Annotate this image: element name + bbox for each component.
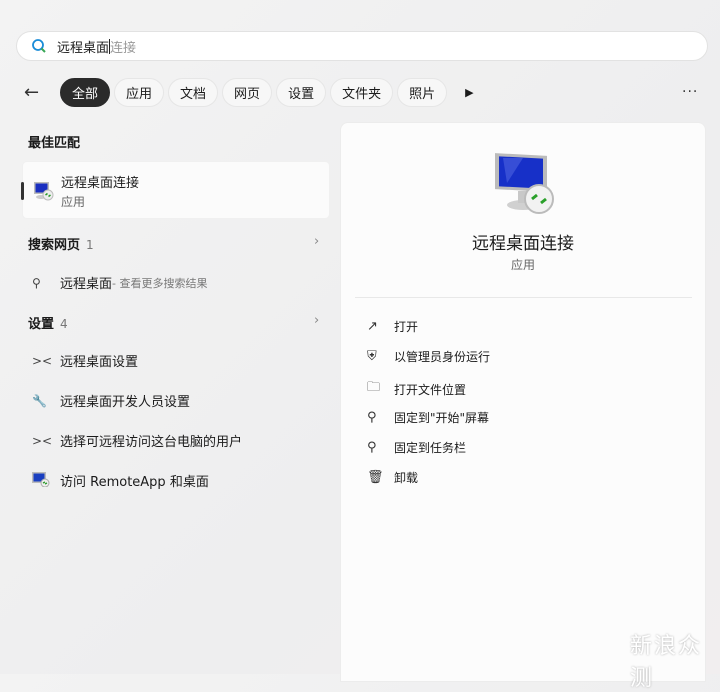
- action-pin-to-taskbar[interactable]: ⚲ 固定到任务栏: [367, 439, 466, 456]
- filter-folders[interactable]: 文件夹: [330, 78, 394, 107]
- developer-tools-icon: 🔧: [32, 393, 47, 408]
- settings-count: 4: [60, 317, 68, 331]
- remote-desktop-large-icon: [495, 153, 554, 214]
- trash-icon: 🗑: [367, 470, 384, 485]
- settings-section-header[interactable]: 设置 4: [28, 313, 68, 332]
- settings-header-label: 设置: [28, 317, 55, 332]
- search-suggestion: 连接: [110, 40, 137, 56]
- selection-indicator: [21, 182, 24, 200]
- action-label: 以管理员身份运行: [394, 350, 491, 364]
- action-open-file-location[interactable]: 🗀 打开文件位置: [367, 378, 466, 400]
- search-box[interactable]: 远程桌面 连接: [16, 31, 708, 61]
- watermark: 新浪众测: [630, 634, 703, 691]
- filter-settings[interactable]: 设置: [276, 78, 327, 107]
- action-label: 打开: [394, 320, 419, 334]
- settings-item-label: 访问 RemoteApp 和桌面: [60, 475, 209, 490]
- action-label: 卸载: [394, 471, 419, 485]
- web-search-item[interactable]: ⚲ 远程桌面 - 查看更多搜索结果: [32, 273, 208, 293]
- divider: [355, 297, 692, 298]
- action-open[interactable]: ↗ 打开: [367, 318, 418, 335]
- pin-icon: ⚲: [367, 440, 377, 455]
- settings-item[interactable]: >< 远程桌面设置: [32, 351, 139, 371]
- action-pin-to-start[interactable]: ⚲ 固定到"开始"屏幕: [367, 409, 489, 426]
- action-label: 固定到"开始"屏幕: [394, 411, 490, 425]
- action-uninstall[interactable]: 🗑 卸载: [367, 469, 418, 486]
- web-section-header[interactable]: 搜索网页 1: [28, 234, 94, 253]
- remote-arrows-icon: ><: [32, 353, 53, 368]
- remote-desktop-icon: [34, 182, 54, 201]
- best-match-header: 最佳匹配: [28, 136, 81, 151]
- settings-item-label: 远程桌面设置: [60, 355, 139, 370]
- filter-all[interactable]: 全部: [60, 78, 111, 107]
- search-input[interactable]: 远程桌面: [57, 37, 109, 56]
- best-match-item[interactable]: 远程桌面连接 应用: [21, 161, 330, 219]
- more-filters-play-icon[interactable]: ▶: [465, 86, 473, 99]
- web-count: 1: [86, 238, 94, 252]
- app-type: 应用: [510, 258, 535, 272]
- open-external-icon: ↗: [367, 319, 378, 334]
- settings-item-label: 选择可远程访问这台电脑的用户: [60, 435, 243, 450]
- details-panel: 远程桌面连接 应用 ↗ 打开 ⛨ 以管理员身份运行 🗀 打开文件位置 ⚲ 固定到"开始"…: [340, 122, 706, 682]
- more-options-icon[interactable]: ···: [682, 84, 698, 100]
- search-icon: [32, 39, 46, 53]
- remote-arrows-icon: ><: [32, 433, 53, 448]
- action-label: 固定到任务栏: [394, 441, 467, 455]
- chevron-right-icon[interactable]: ›: [314, 313, 319, 328]
- settings-item[interactable]: >< 选择可远程访问这台电脑的用户: [32, 431, 243, 451]
- filter-photos[interactable]: 照片: [397, 78, 448, 107]
- filter-documents[interactable]: 文档: [168, 78, 219, 107]
- action-label: 打开文件位置: [394, 382, 467, 397]
- web-header-label: 搜索网页: [28, 238, 81, 253]
- settings-item-label: 远程桌面开发人员设置: [60, 395, 191, 410]
- folder-icon: 🗀: [367, 380, 381, 395]
- search-icon: ⚲: [32, 275, 41, 290]
- remoteapp-icon: [32, 471, 60, 490]
- shield-window-icon: ⛨: [367, 349, 377, 364]
- chevron-right-icon[interactable]: ›: [314, 234, 319, 249]
- web-query: 远程桌面: [60, 277, 113, 292]
- app-title: 远程桌面连接: [472, 234, 574, 254]
- pin-icon: ⚲: [367, 410, 377, 425]
- best-match-subtitle: 应用: [61, 195, 86, 209]
- best-match-title: 远程桌面连接: [61, 176, 140, 191]
- filter-apps[interactable]: 应用: [114, 78, 165, 107]
- web-hint: - 查看更多搜索结果: [112, 276, 208, 290]
- back-arrow-icon[interactable]: ←: [24, 82, 54, 103]
- settings-item[interactable]: 访问 RemoteApp 和桌面: [32, 471, 209, 490]
- filter-bar: ← 全部 应用 文档 网页 设置 文件夹 照片 ▶: [24, 78, 474, 107]
- action-run-as-admin[interactable]: ⛨ 以管理员身份运行: [367, 348, 490, 365]
- filter-web[interactable]: 网页: [222, 78, 273, 107]
- settings-item[interactable]: 🔧 远程桌面开发人员设置: [32, 391, 191, 411]
